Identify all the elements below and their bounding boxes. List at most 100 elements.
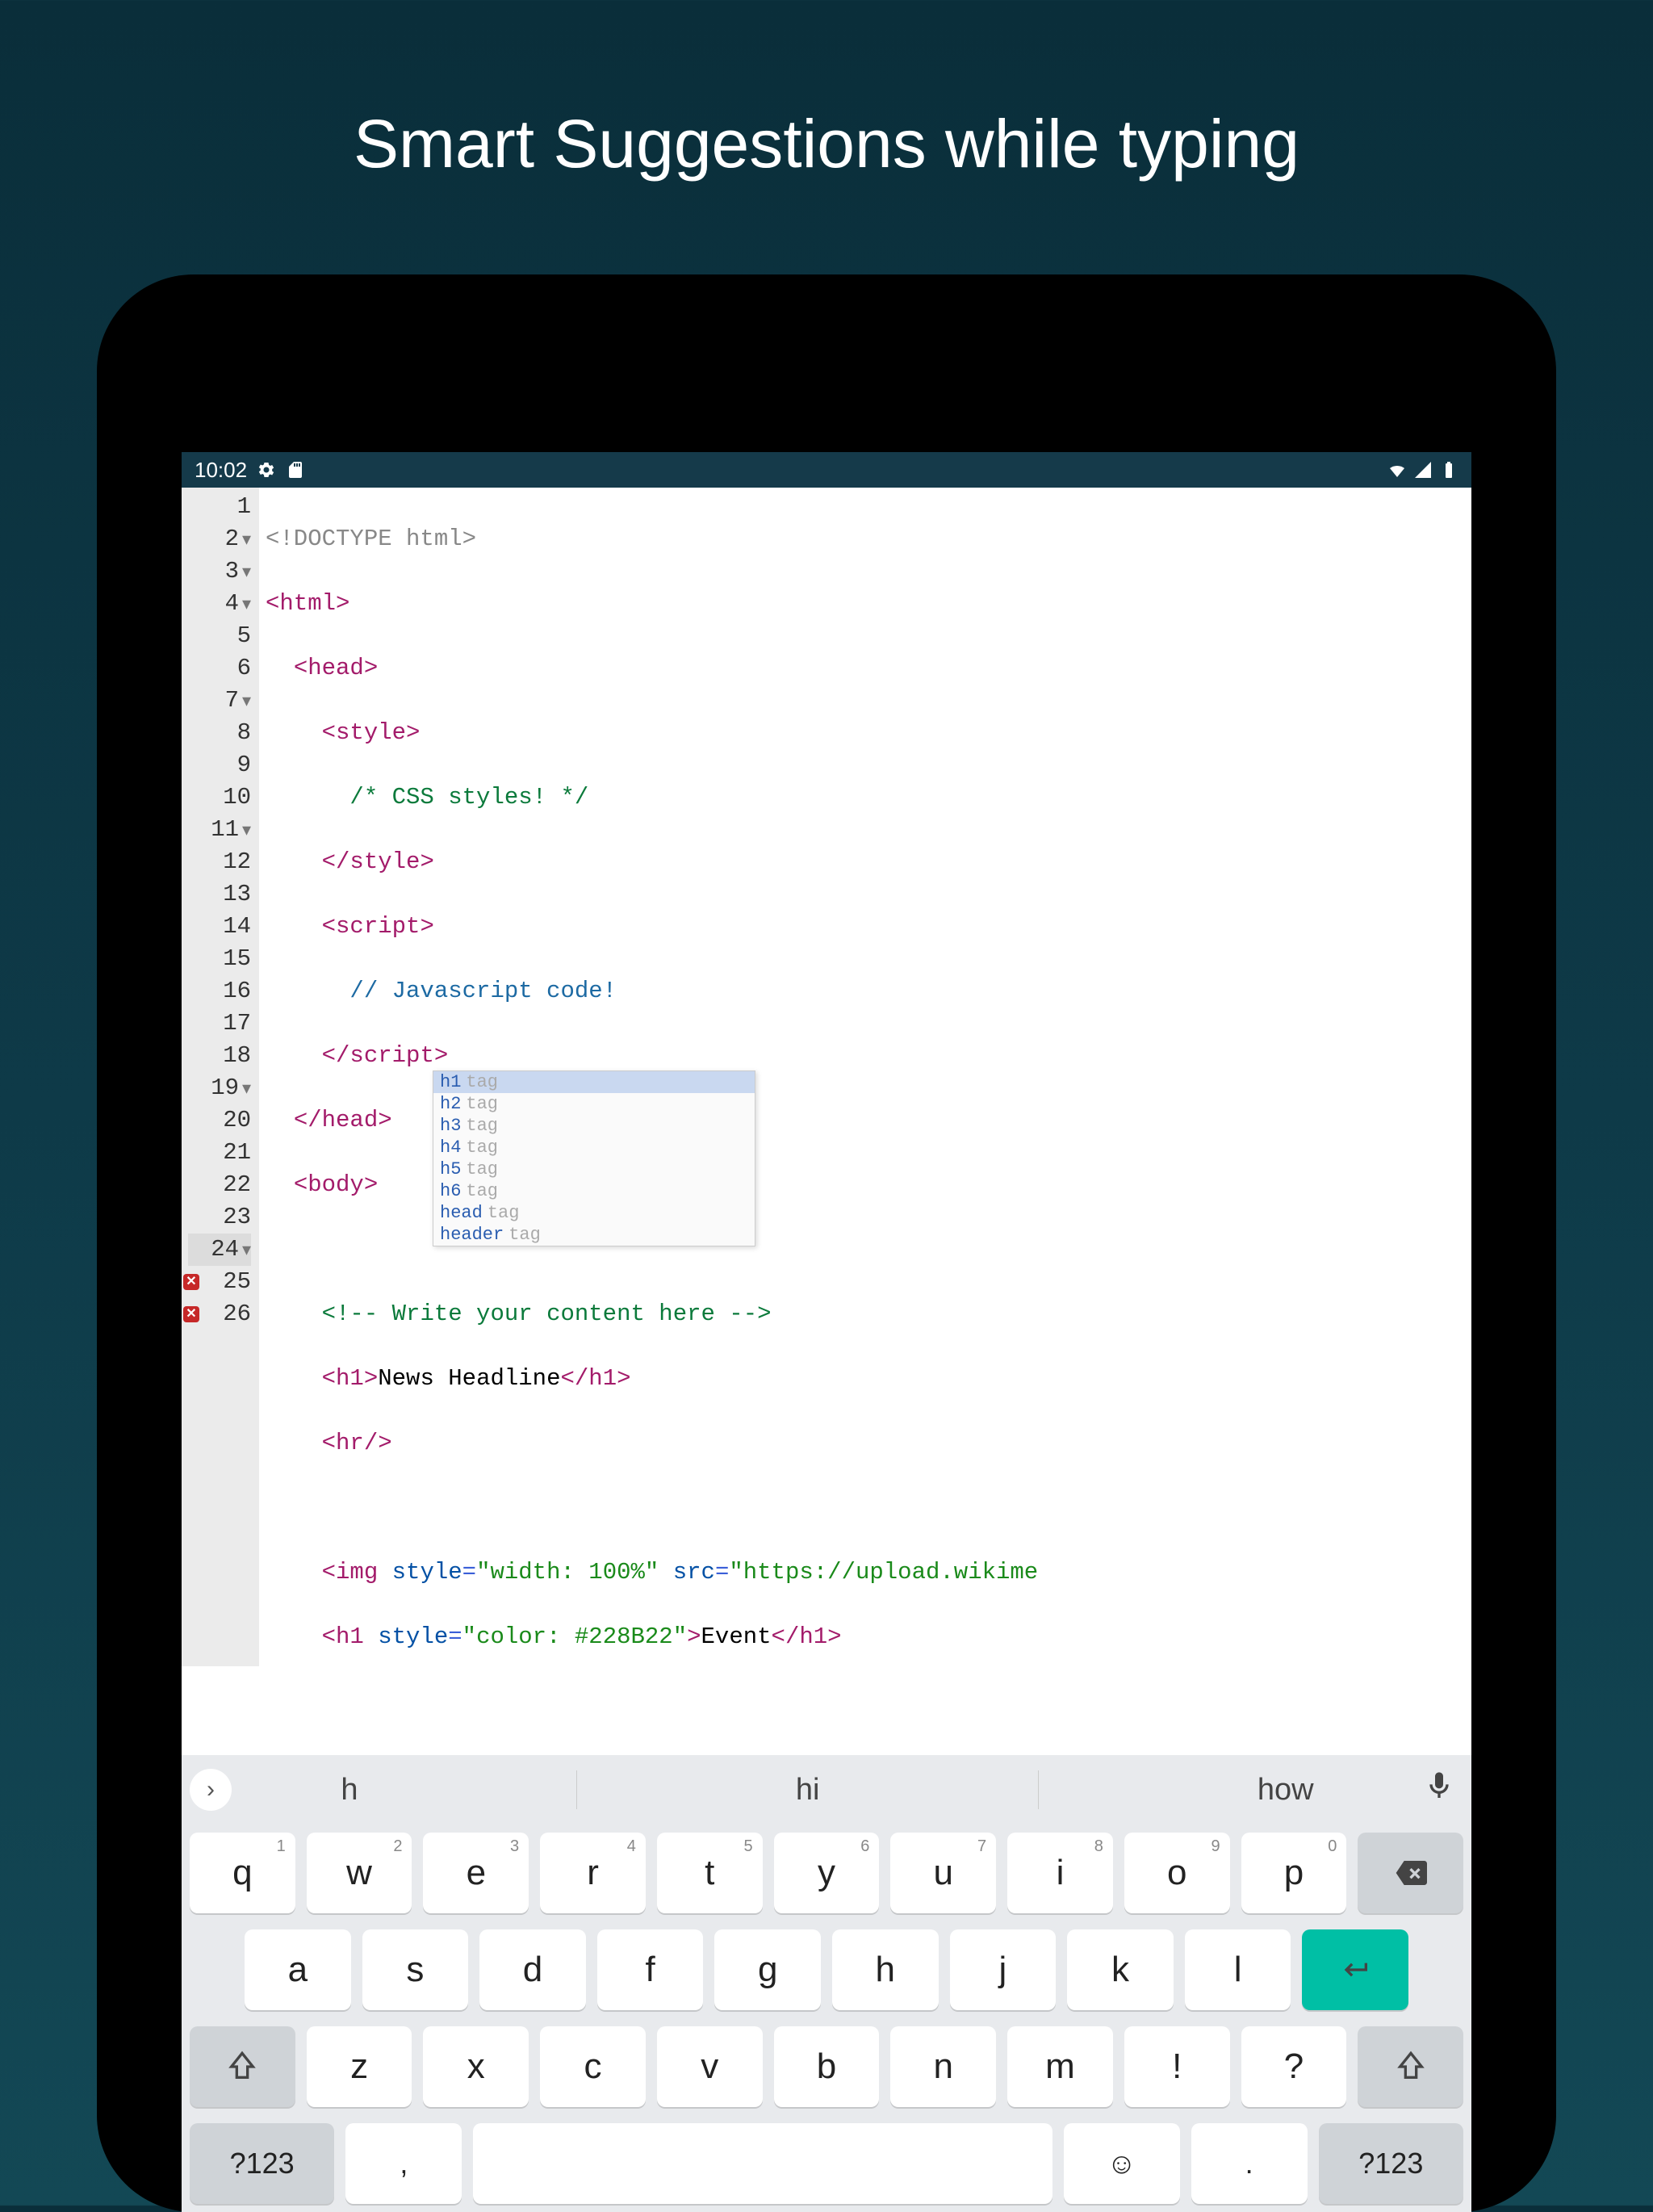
- gear-icon: [257, 460, 276, 480]
- divider: [576, 1770, 577, 1809]
- key-p[interactable]: p0: [1241, 1833, 1347, 1913]
- keyboard-suggestion-bar[interactable]: › h hi how: [182, 1755, 1471, 1824]
- autocomplete-item[interactable]: h1tag: [433, 1071, 755, 1093]
- code-token: <body>: [294, 1171, 378, 1198]
- line-number: 2▾: [188, 523, 251, 555]
- key-r[interactable]: r4: [540, 1833, 646, 1913]
- key-m[interactable]: m: [1007, 2026, 1113, 2107]
- line-number: 12: [188, 846, 251, 878]
- hero-title: Smart Suggestions while typing: [0, 0, 1653, 183]
- line-number: 11▾: [188, 814, 251, 846]
- key-t[interactable]: t5: [657, 1833, 763, 1913]
- line-number: 20: [188, 1104, 251, 1137]
- fold-toggle-icon[interactable]: ▾: [241, 589, 251, 622]
- line-number: 15: [188, 943, 251, 975]
- key-s[interactable]: s: [362, 1929, 469, 2010]
- shift-key[interactable]: [190, 2026, 295, 2107]
- key-l[interactable]: l: [1185, 1929, 1291, 2010]
- code-token: /* CSS styles! */: [349, 784, 588, 811]
- status-bar: 10:02: [182, 452, 1471, 488]
- mic-icon[interactable]: [1423, 1770, 1471, 1810]
- line-number: 24▾: [188, 1234, 251, 1266]
- key-i[interactable]: i8: [1007, 1833, 1113, 1913]
- code-editor[interactable]: 12▾3▾4▾567▾891011▾1213141516171819▾20212…: [182, 488, 1471, 1666]
- code-token: <html>: [266, 590, 349, 617]
- autocomplete-item[interactable]: h5tag: [433, 1158, 755, 1180]
- error-icon: ✕: [183, 1274, 199, 1290]
- key-k[interactable]: k: [1067, 1929, 1174, 2010]
- sd-card-icon: [286, 460, 305, 480]
- code-token: </script>: [322, 1042, 449, 1069]
- screen: 10:02 12▾3▾4▾567▾891011▾1213141516171819…: [182, 452, 1471, 2212]
- key-b[interactable]: b: [774, 2026, 880, 2107]
- key-j[interactable]: j: [950, 1929, 1057, 2010]
- line-number: 8: [188, 717, 251, 749]
- key-y[interactable]: y6: [774, 1833, 880, 1913]
- key-n[interactable]: n: [890, 2026, 996, 2107]
- line-number: 9: [188, 749, 251, 781]
- key-f[interactable]: f: [597, 1929, 704, 2010]
- autocomplete-item[interactable]: headertag: [433, 1224, 755, 1246]
- fold-toggle-icon[interactable]: ▾: [241, 1074, 251, 1106]
- line-number: 1: [188, 491, 251, 523]
- key-h[interactable]: h: [832, 1929, 939, 2010]
- code-token: // Javascript code!: [349, 978, 617, 1004]
- status-time: 10:02: [195, 458, 247, 483]
- autocomplete-item[interactable]: h6tag: [433, 1180, 755, 1202]
- key-x[interactable]: x: [423, 2026, 529, 2107]
- fold-toggle-icon[interactable]: ▾: [241, 815, 251, 848]
- key-?[interactable]: ?: [1241, 2026, 1347, 2107]
- fold-toggle-icon[interactable]: ▾: [241, 1235, 251, 1267]
- fold-toggle-icon[interactable]: ▾: [241, 525, 251, 557]
- key-q[interactable]: q1: [190, 1833, 295, 1913]
- key-w[interactable]: w2: [307, 1833, 412, 1913]
- symbols-key[interactable]: ?123: [190, 2123, 334, 2204]
- key-z[interactable]: z: [307, 2026, 412, 2107]
- key-g[interactable]: g: [714, 1929, 821, 2010]
- autocomplete-item[interactable]: headtag: [433, 1202, 755, 1224]
- code-content[interactable]: <!DOCTYPE html> <html> <head> <style> /*…: [259, 488, 1471, 1666]
- key-c[interactable]: c: [540, 2026, 646, 2107]
- line-number: 7▾: [188, 685, 251, 717]
- period-key[interactable]: .: [1191, 2123, 1308, 2204]
- keyboard-suggestion[interactable]: h: [341, 1773, 358, 1808]
- autocomplete-item[interactable]: h2tag: [433, 1093, 755, 1115]
- code-token: <style>: [322, 719, 421, 746]
- line-number: ✕26: [188, 1298, 251, 1330]
- line-number: 13: [188, 878, 251, 911]
- code-token: <!-- Write your content here -->: [322, 1301, 772, 1327]
- shift-key[interactable]: [1358, 2026, 1463, 2107]
- line-number: ✕25: [188, 1266, 251, 1298]
- comma-key[interactable]: ,: [345, 2123, 462, 2204]
- enter-key[interactable]: [1302, 1929, 1408, 2010]
- backspace-key[interactable]: [1358, 1833, 1463, 1913]
- chevron-right-icon[interactable]: ›: [190, 1769, 232, 1811]
- code-token: </head>: [294, 1107, 392, 1133]
- key-![interactable]: !: [1124, 2026, 1230, 2107]
- symbols-key[interactable]: ?123: [1319, 2123, 1463, 2204]
- fold-toggle-icon[interactable]: ▾: [241, 557, 251, 589]
- key-a[interactable]: a: [245, 1929, 351, 2010]
- code-token: <hr/>: [322, 1430, 392, 1456]
- key-e[interactable]: e3: [423, 1833, 529, 1913]
- key-u[interactable]: u7: [890, 1833, 996, 1913]
- keyboard-suggestion[interactable]: how: [1258, 1773, 1314, 1808]
- line-number: 10: [188, 781, 251, 814]
- on-screen-keyboard[interactable]: › h hi how q1w2e3r4t5y6u7i8o9p0 asdfghjk…: [182, 1755, 1471, 2212]
- emoji-key[interactable]: ☺: [1064, 2123, 1180, 2204]
- autocomplete-popup[interactable]: h1tagh2tagh3tagh4tagh5tagh6tagheadtaghea…: [433, 1070, 755, 1246]
- keyboard-suggestion[interactable]: hi: [796, 1773, 820, 1808]
- space-key[interactable]: [473, 2123, 1052, 2204]
- error-icon: ✕: [183, 1306, 199, 1322]
- autocomplete-item[interactable]: h3tag: [433, 1115, 755, 1137]
- key-v[interactable]: v: [657, 2026, 763, 2107]
- autocomplete-item[interactable]: h4tag: [433, 1137, 755, 1158]
- key-d[interactable]: d: [479, 1929, 586, 2010]
- line-number: 21: [188, 1137, 251, 1169]
- fold-toggle-icon[interactable]: ▾: [241, 686, 251, 718]
- line-number-gutter: 12▾3▾4▾567▾891011▾1213141516171819▾20212…: [182, 488, 259, 1666]
- key-o[interactable]: o9: [1124, 1833, 1230, 1913]
- line-number: 16: [188, 975, 251, 1008]
- line-number: 14: [188, 911, 251, 943]
- code-token: <!DOCTYPE html>: [266, 526, 476, 552]
